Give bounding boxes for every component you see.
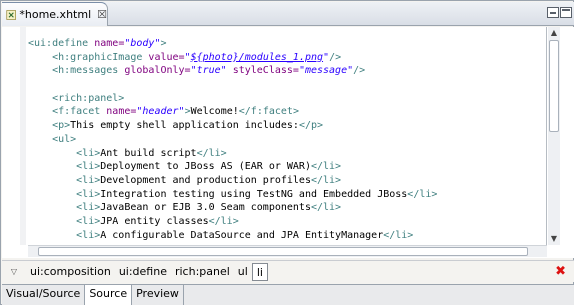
code-token: JavaBean or EJB 3.0 Seam components: [100, 202, 311, 214]
code-line[interactable]: <h:graphicImage value="${photo}/modules_…: [28, 51, 437, 65]
breadcrumb-menu-arrow-icon[interactable]: ▽: [2, 267, 26, 276]
code-token: <h:graphicImage: [28, 51, 149, 63]
code-token: </li>: [310, 202, 342, 214]
code-token: <f:facet: [28, 106, 107, 118]
code-token: />: [329, 51, 342, 63]
code-token: </li>: [310, 161, 342, 173]
code-token: <li>: [28, 215, 101, 227]
code-line[interactable]: <li>Deployment to JBoss AS (EAR or WAR)<…: [28, 160, 437, 174]
breadcrumb-item[interactable]: ui:define: [115, 263, 171, 281]
source-editor[interactable]: <ui:define name="body"> <h:graphicImage …: [2, 27, 574, 258]
code-token: This empty shell application includes:: [70, 120, 299, 132]
code-token: name=: [94, 38, 125, 49]
code-token: </li>: [383, 229, 414, 241]
code-lines[interactable]: <ui:define name="body"> <h:graphicImage …: [28, 37, 437, 242]
code-token: </f:facet>: [238, 106, 299, 118]
tab-visual-source[interactable]: Visual/Source: [2, 285, 86, 305]
breadcrumb-item-selected[interactable]: li: [251, 262, 268, 281]
code-line[interactable]: <f:facet name="header">Welcome!</f:facet…: [28, 105, 437, 119]
code-token: <rich:panel>: [28, 92, 125, 104]
horizontal-scroll-thumb[interactable]: [38, 247, 528, 256]
code-line[interactable]: <rich:panel>: [28, 92, 437, 106]
code-line[interactable]: <li>JavaBean or EJB 3.0 Seam components<…: [28, 201, 437, 215]
code-token: <li>: [28, 229, 101, 241]
code-line[interactable]: <ui:define name="body">: [28, 37, 437, 51]
breadcrumb-item[interactable]: ul: [234, 263, 252, 281]
code-token: name=: [106, 106, 137, 118]
code-token: <p>: [28, 120, 71, 132]
code-token: styleClass=: [226, 65, 299, 77]
code-line[interactable]: <h:messages globalOnly="true" styleClass…: [28, 64, 437, 78]
code-token: Integration testing using TestNG and Emb…: [100, 188, 408, 200]
code-token: Deployment to JBoss AS (EAR or WAR): [100, 161, 311, 173]
code-line[interactable]: <li>A configurable DataSource and JPA En…: [28, 229, 437, 243]
code-line[interactable]: <li>Integration testing using TestNG and…: [28, 188, 437, 202]
breadcrumb-item[interactable]: rich:panel: [171, 263, 234, 281]
xhtml-file-icon: [6, 9, 17, 20]
code-token: "message": [298, 65, 354, 77]
code-token: </li>: [196, 147, 227, 159]
code-token: Ant build script: [100, 147, 197, 159]
editor-tab-home-xhtml[interactable]: *home.xhtml ☒: [2, 2, 108, 26]
tab-source[interactable]: Source: [85, 285, 133, 305]
code-token: JPA entity classes: [100, 215, 209, 227]
editor-tab-label: *home.xhtml: [19, 8, 92, 21]
marker-ruler: [2, 27, 22, 245]
maximize-button[interactable]: [560, 7, 572, 18]
code-token: </li>: [310, 174, 342, 186]
code-token: <li>: [28, 161, 101, 173]
code-token: <li>: [28, 174, 101, 186]
breadcrumb-item[interactable]: ui:composition: [26, 263, 115, 281]
overview-ruler: [561, 27, 573, 245]
clear-red-x-icon[interactable]: ✖: [555, 264, 566, 279]
folding-ruler: [20, 27, 26, 245]
code-token: "body": [124, 38, 161, 49]
vertical-scroll-thumb[interactable]: [549, 40, 559, 132]
code-line[interactable]: <li>Ant build script</li>: [28, 147, 437, 161]
minimize-button[interactable]: [547, 7, 559, 18]
code-token: <h:messages: [28, 65, 125, 77]
code-token: <li>: [28, 188, 101, 200]
code-line[interactable]: [28, 78, 437, 92]
editor-window: *home.xhtml ☒ <ui:define name="body"> <h…: [0, 0, 574, 305]
code-token: <li>: [28, 202, 101, 214]
code-line[interactable]: <li>JPA entity classes</li>: [28, 215, 437, 229]
code-token: "header": [136, 106, 185, 118]
code-token: globalOnly=: [124, 65, 191, 77]
tab-preview[interactable]: Preview: [132, 285, 184, 305]
code-line[interactable]: <li>Development and production profiles<…: [28, 174, 437, 188]
vertical-scrollbar[interactable]: ▲ ▼: [548, 27, 560, 245]
scroll-up-arrow-icon[interactable]: ▲: [548, 27, 560, 39]
horizontal-scrollbar[interactable]: [28, 245, 547, 257]
code-token: A configurable DataSource and JPA Entity…: [100, 229, 384, 241]
editor-page-tabs: Visual/Source Source Preview: [2, 284, 574, 305]
code-token: value=: [148, 51, 185, 63]
code-token: "true": [190, 65, 227, 77]
code-token: />: [353, 65, 366, 77]
code-token: <ul>: [28, 133, 77, 145]
scroll-down-arrow-icon[interactable]: ▼: [548, 233, 560, 245]
code-token: Welcome!: [190, 106, 239, 118]
code-token: </li>: [208, 215, 239, 227]
tag-breadcrumb: ▽ ui:composition ui:define rich:panel ul…: [2, 260, 574, 282]
code-token: <li>: [28, 147, 101, 159]
close-tab-icon[interactable]: ☒: [97, 9, 107, 20]
editor-tab-bar: *home.xhtml ☒: [2, 2, 574, 26]
code-token: </p>: [298, 120, 324, 132]
code-area[interactable]: <ui:define name="body"> <h:graphicImage …: [2, 27, 547, 245]
code-token: </li>: [407, 188, 438, 200]
code-line[interactable]: <p>This empty shell application includes…: [28, 119, 437, 133]
code-token: Development and production profiles: [100, 174, 311, 186]
code-token: <ui:define: [28, 38, 95, 49]
code-line[interactable]: <ul>: [28, 133, 437, 147]
code-hyperlink[interactable]: ${photo}/modules_1.png: [191, 52, 323, 63]
code-token: >: [160, 38, 167, 49]
